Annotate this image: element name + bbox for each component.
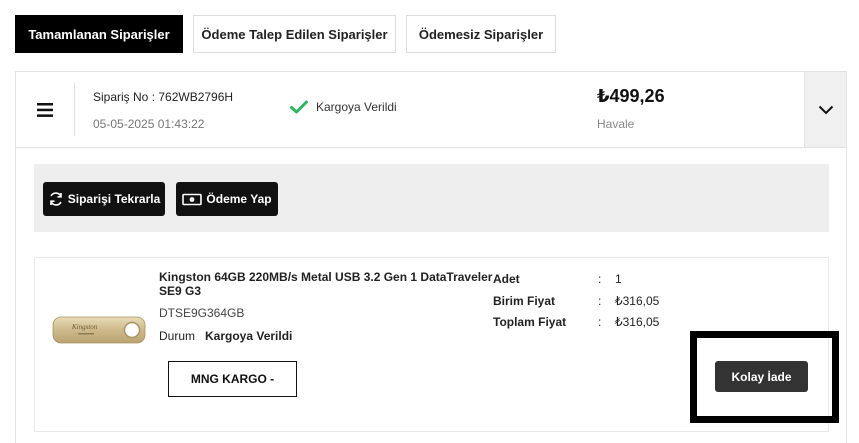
tab-unpaid-orders[interactable]: Ödemesiz Siparişler <box>406 15 556 53</box>
order-item: Kingston Kingston 64GB 220MB/s Metal USB… <box>34 257 829 432</box>
hamburger-icon[interactable] <box>16 72 74 147</box>
unit-price-label: Birim Fiyat <box>493 294 556 308</box>
order-header: Sipariş No : 762WB2796H 05-05-2025 01:43… <box>16 72 846 148</box>
order-status: Kargoya Verildi <box>290 100 397 114</box>
unit-price-value: ₺316,05 <box>615 294 660 308</box>
pay-button[interactable]: Ödeme Yap <box>176 182 278 216</box>
cash-icon <box>182 193 203 205</box>
pay-label: Ödeme Yap <box>206 192 272 206</box>
total-price-label: Toplam Fiyat <box>493 315 567 329</box>
item-status-value: Kargoya Verildi <box>205 329 293 343</box>
order-action-bar: Siparişi Tekrarla Ödeme Yap <box>34 164 829 232</box>
reorder-button[interactable]: Siparişi Tekrarla <box>43 182 165 216</box>
item-status-label: Durum <box>159 329 196 343</box>
product-image[interactable]: Kingston <box>52 314 146 346</box>
reorder-label: Siparişi Tekrarla <box>67 192 161 206</box>
product-image-brand: Kingston <box>71 323 98 331</box>
order-expand-toggle[interactable] <box>804 72 846 147</box>
easy-return-button[interactable]: Kolay İade <box>715 361 808 392</box>
quantity-label: Adet <box>493 272 520 286</box>
order-total: ₺499,26 <box>597 86 665 106</box>
product-sku: DTSE9G364GB <box>159 306 245 320</box>
header-divider <box>74 82 75 136</box>
tab-payment-requested-orders[interactable]: Ödeme Talep Edilen Siparişler <box>193 15 396 53</box>
payment-method: Havale <box>597 117 635 131</box>
quantity-colon: : <box>598 272 602 286</box>
refresh-icon <box>49 192 62 206</box>
order-date: 05-05-2025 01:43:22 <box>93 117 205 131</box>
total-price-colon: : <box>598 315 602 329</box>
product-title[interactable]: Kingston 64GB 220MB/s Metal USB 3.2 Gen … <box>159 270 499 298</box>
order-number: Sipariş No : 762WB2796H <box>93 90 234 104</box>
tab-completed-orders[interactable]: Tamamlanan Siparişler <box>15 15 183 53</box>
check-icon <box>290 100 308 114</box>
order-tabs: Tamamlanan Siparişler Ödeme Talep Edilen… <box>15 15 566 53</box>
item-status: Durum Kargoya Verildi <box>159 329 292 343</box>
unit-price-colon: : <box>598 294 602 308</box>
cargo-tracking-button[interactable]: MNG KARGO - <box>168 361 297 397</box>
total-price-value: ₺316,05 <box>615 315 660 329</box>
order-status-text: Kargoya Verildi <box>316 100 397 114</box>
chevron-down-icon <box>818 105 833 114</box>
quantity-value: 1 <box>615 272 622 286</box>
order-card: Sipariş No : 762WB2796H 05-05-2025 01:43… <box>15 71 847 443</box>
